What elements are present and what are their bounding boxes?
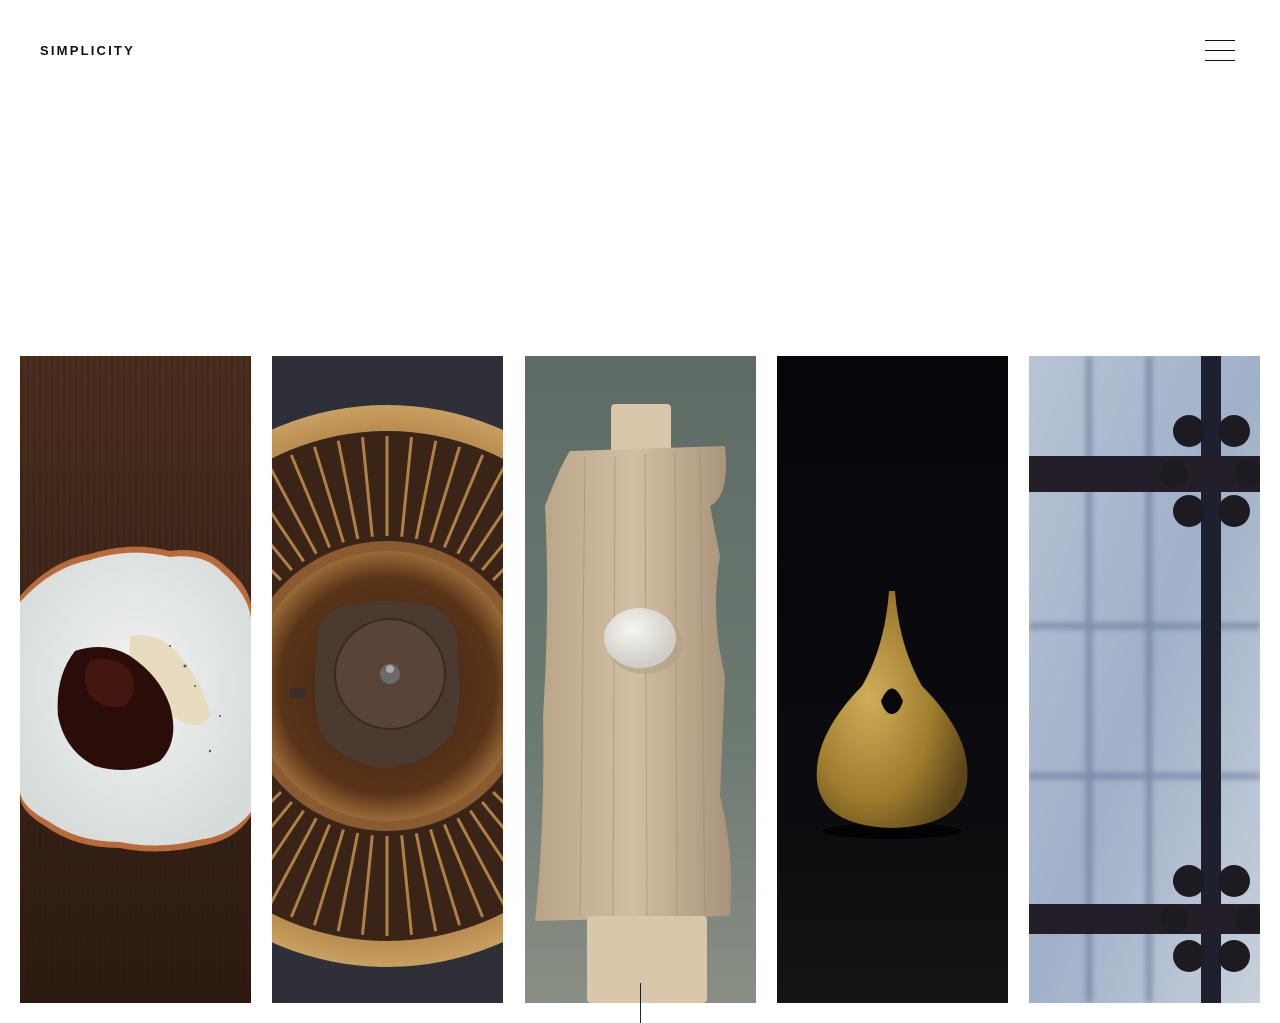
menu-line: [1205, 40, 1235, 41]
gallery-panel-kettle[interactable]: [272, 356, 504, 1003]
plated-dish-photo: [20, 356, 251, 1003]
gallery-panel-dish[interactable]: [20, 356, 251, 1003]
menu-line: [1205, 60, 1235, 61]
gallery-panel-window[interactable]: [1029, 356, 1260, 1003]
scroll-down-line-icon: [640, 983, 641, 1023]
window-lattice-photo: [1029, 356, 1260, 1003]
iron-kettle-brazier-photo: [272, 356, 504, 1003]
gallery-panel-vase[interactable]: [776, 356, 1008, 1003]
page: SIMPLICITY: [0, 0, 1280, 1023]
image-gallery: [20, 356, 1260, 1003]
hamburger-menu-icon[interactable]: [1205, 40, 1235, 62]
site-logo[interactable]: SIMPLICITY: [40, 43, 135, 58]
gallery-panel-tray[interactable]: [524, 356, 756, 1003]
wooden-tray-sweet-photo: [524, 356, 756, 1003]
brass-vase-photo: [776, 356, 1008, 1003]
menu-line: [1205, 50, 1235, 51]
